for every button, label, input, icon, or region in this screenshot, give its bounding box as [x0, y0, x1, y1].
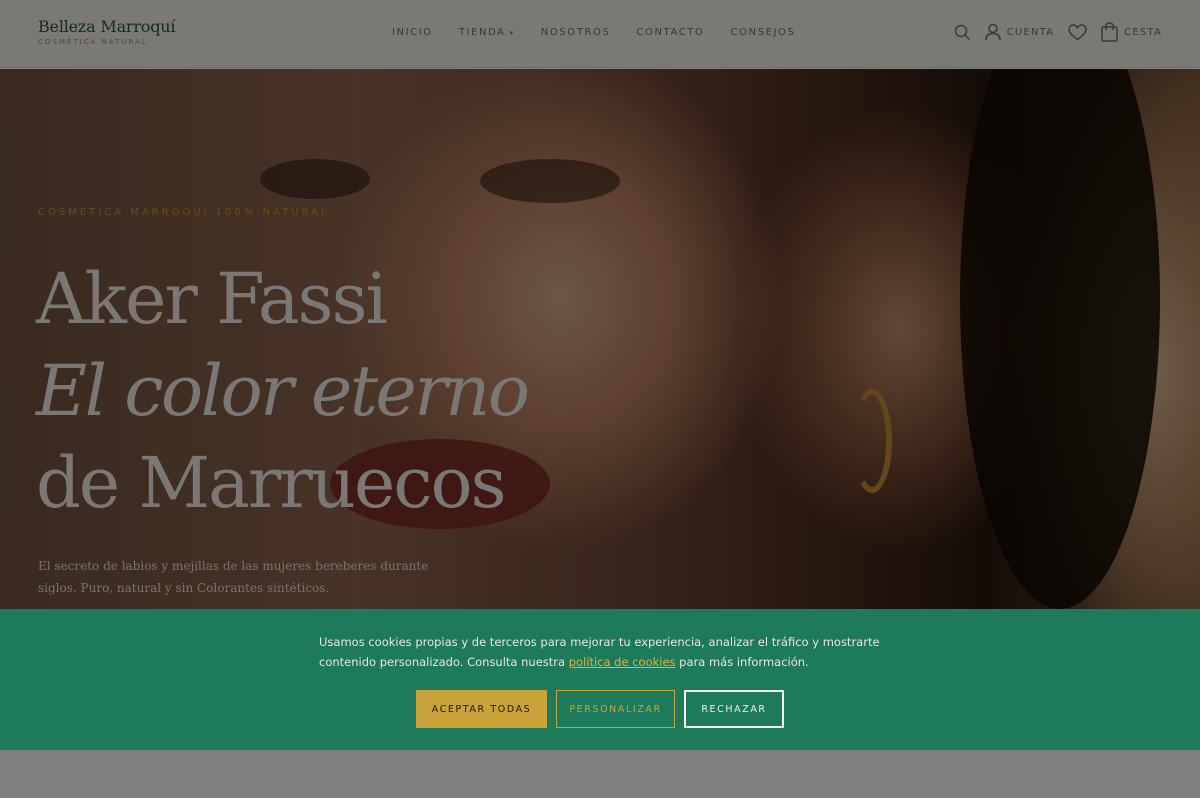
cookie-policy-link[interactable]: política de cookies — [569, 655, 676, 669]
customize-button[interactable]: PERSONALIZAR — [556, 690, 675, 728]
accept-all-button[interactable]: ACEPTAR TODAS — [416, 690, 547, 728]
cookie-banner: Usamos cookies propias y de terceros par… — [0, 609, 1200, 750]
reject-button[interactable]: RECHAZAR — [684, 690, 784, 728]
cookie-buttons: ACEPTAR TODAS PERSONALIZAR RECHAZAR — [416, 690, 784, 728]
cookie-text-end: para más información. — [675, 655, 809, 669]
cookie-message: Usamos cookies propias y de terceros par… — [319, 632, 889, 672]
